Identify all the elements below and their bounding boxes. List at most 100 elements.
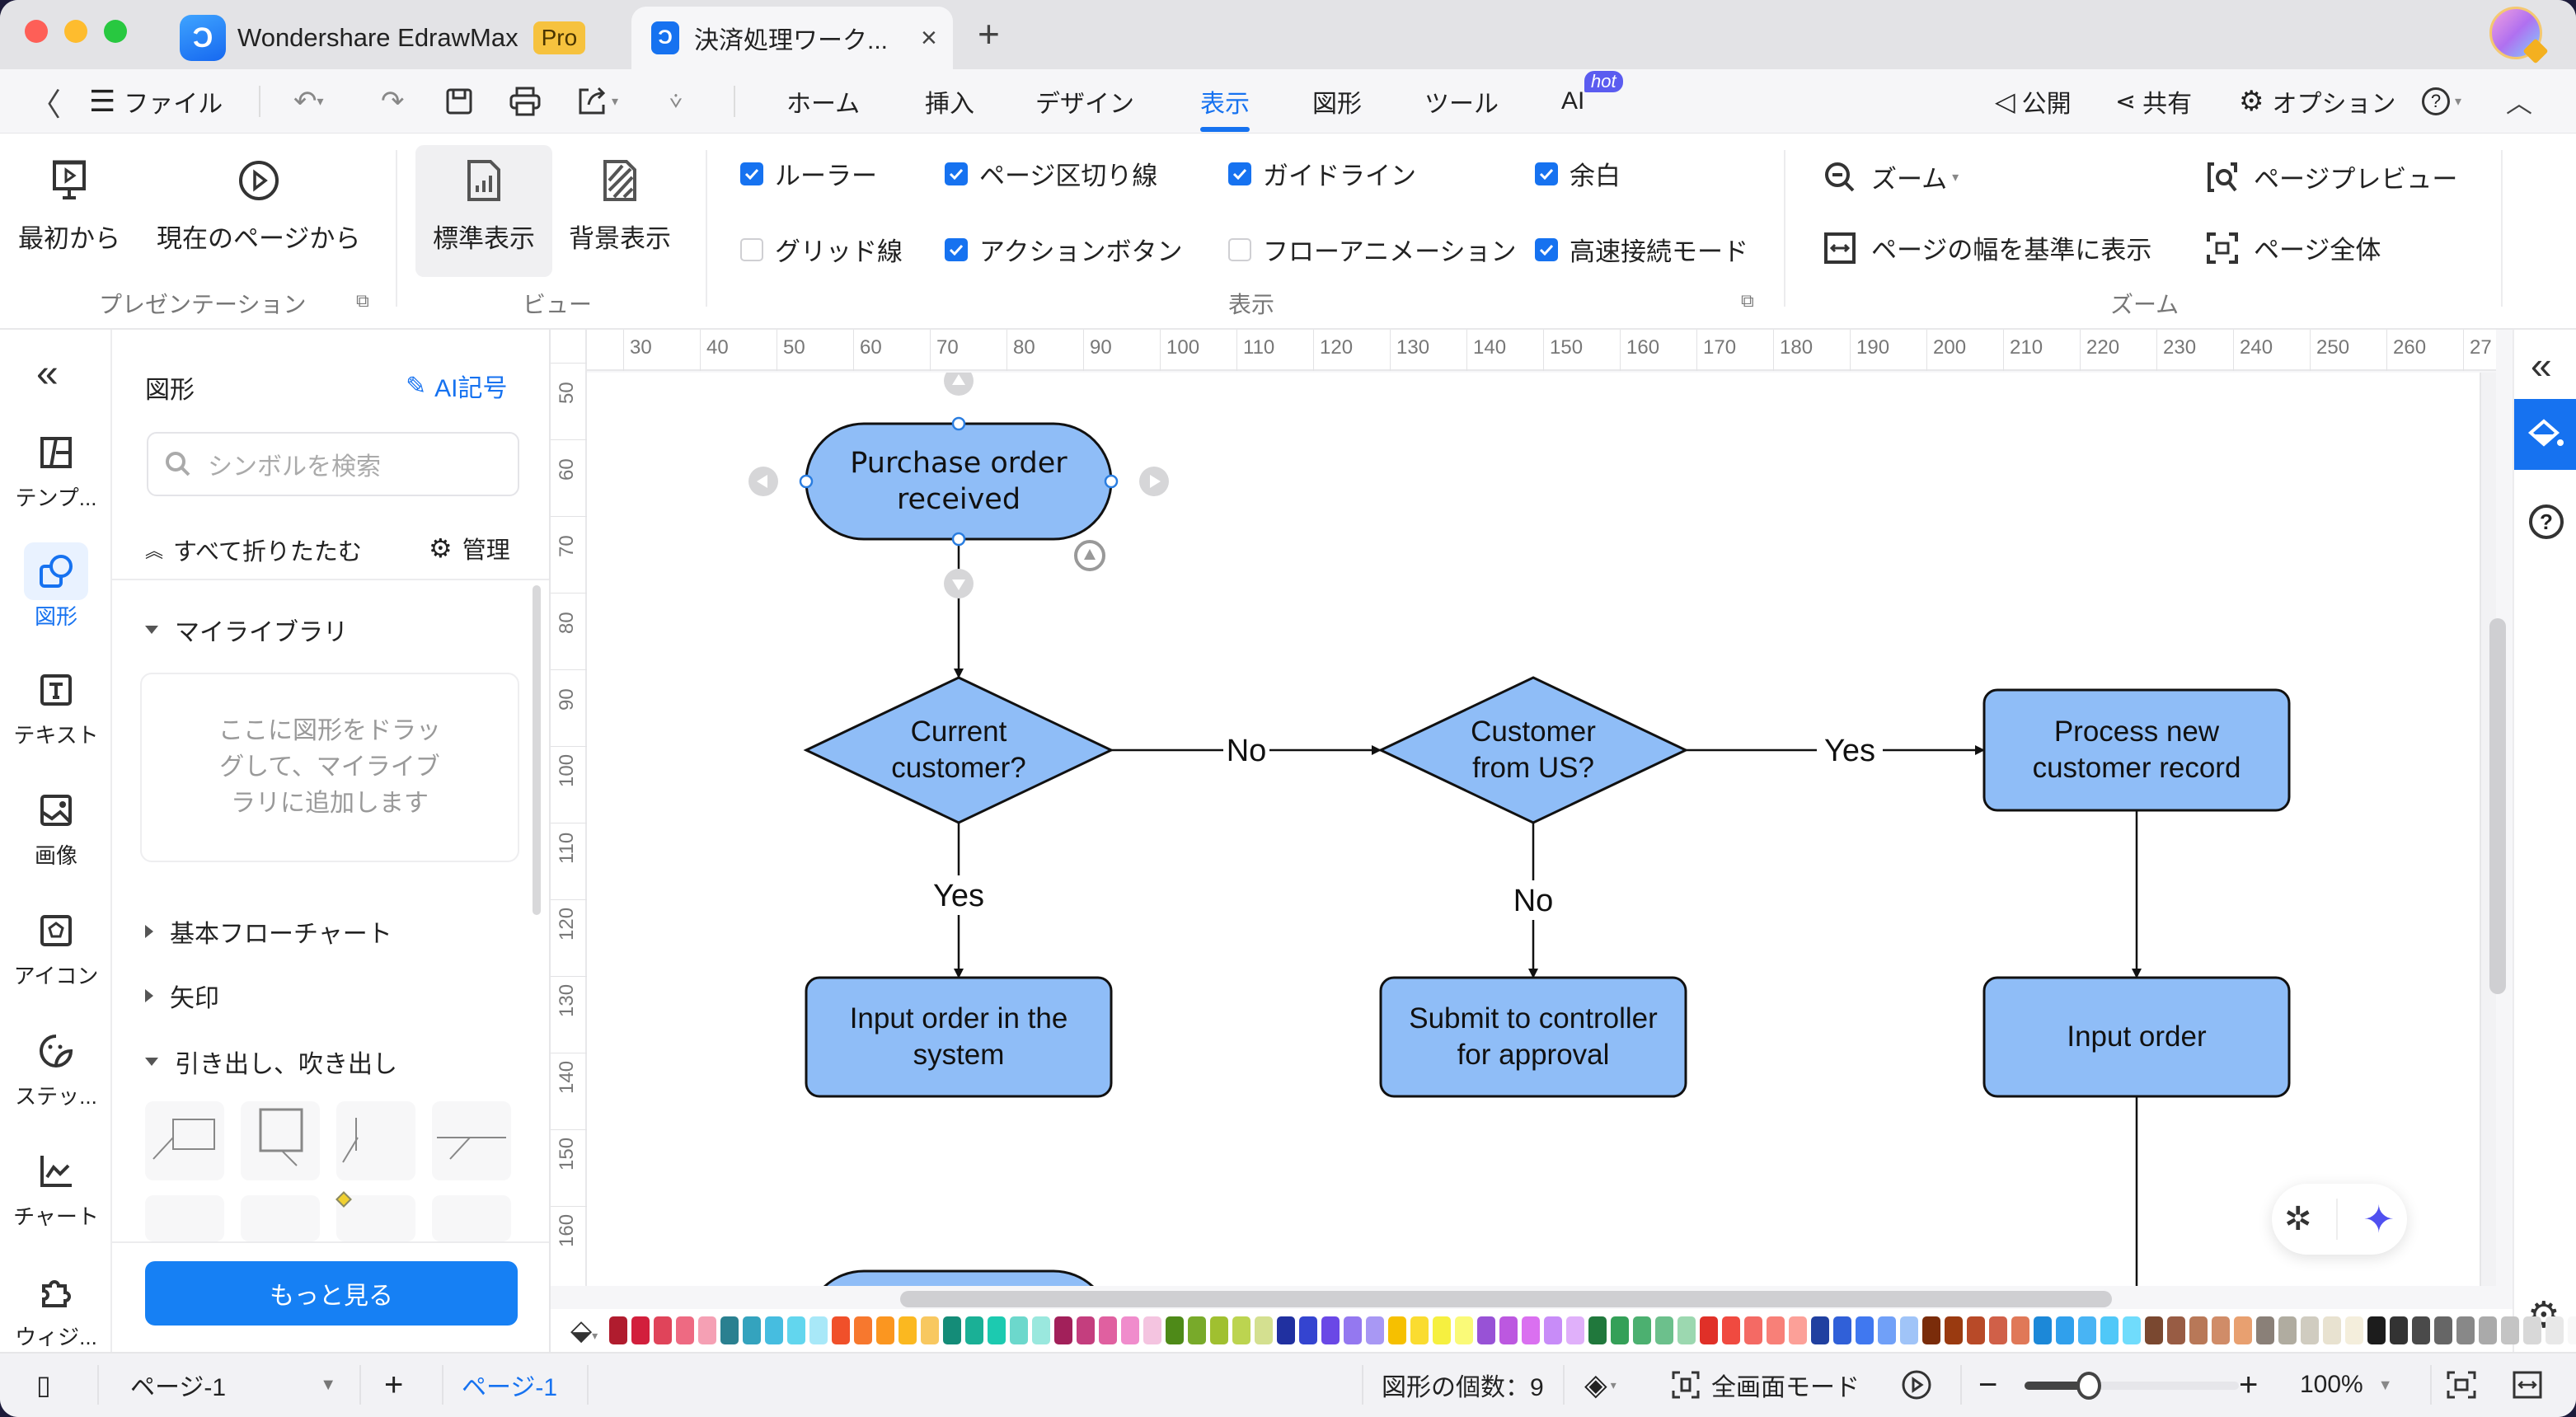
horizontal-scrollbar[interactable] bbox=[900, 1291, 2112, 1307]
present-from-start-button[interactable]: 最初から bbox=[18, 152, 120, 255]
color-swatch[interactable] bbox=[1188, 1316, 1207, 1344]
color-swatch[interactable] bbox=[1032, 1316, 1051, 1344]
undo-icon[interactable]: ↶ ▾ bbox=[293, 69, 324, 134]
drawing-canvas[interactable]: No Yes Yes No Purchase order received Curren… bbox=[587, 373, 2496, 1286]
my-library-drop-zone[interactable]: ここに図形をドラッグして、マイライブラリに追加します bbox=[140, 673, 519, 862]
process-shape[interactable] bbox=[805, 976, 1113, 1098]
color-swatch[interactable] bbox=[1633, 1316, 1652, 1344]
color-swatch[interactable] bbox=[2100, 1316, 2119, 1344]
color-swatch[interactable] bbox=[1700, 1316, 1719, 1344]
presentation-settings-icon[interactable]: ⧉ bbox=[356, 290, 369, 312]
color-swatch[interactable] bbox=[1143, 1316, 1162, 1344]
ruler-checkbox[interactable]: ルーラー bbox=[740, 155, 877, 192]
color-swatch[interactable] bbox=[1744, 1316, 1763, 1344]
color-swatch[interactable] bbox=[1121, 1316, 1140, 1344]
user-avatar[interactable] bbox=[2489, 7, 2549, 64]
callout-shape[interactable] bbox=[145, 1195, 224, 1241]
color-swatch[interactable] bbox=[2145, 1316, 2164, 1344]
document-tab[interactable]: Ɔ 決済処理ワーク... × bbox=[631, 7, 953, 69]
color-swatch[interactable] bbox=[854, 1316, 873, 1344]
color-swatch[interactable] bbox=[2301, 1316, 2320, 1344]
color-swatch[interactable] bbox=[2345, 1316, 2364, 1344]
color-swatch[interactable] bbox=[2568, 1316, 2576, 1344]
color-swatch[interactable] bbox=[1856, 1316, 1875, 1344]
sidebar-item-image[interactable]: 画像 bbox=[0, 781, 112, 870]
magic-beautify-icon[interactable]: ✲ bbox=[2284, 1200, 2312, 1238]
process-shape[interactable] bbox=[1379, 976, 1687, 1098]
quick-connect-checkbox[interactable]: 高速接続モード bbox=[1535, 231, 1748, 268]
color-swatch[interactable] bbox=[1789, 1316, 1808, 1344]
callout-shape[interactable] bbox=[145, 1101, 224, 1180]
color-swatch[interactable] bbox=[1922, 1316, 1941, 1344]
tab-design[interactable]: デザイン bbox=[1035, 69, 1134, 134]
color-swatch[interactable] bbox=[1321, 1316, 1340, 1344]
terminator-shape[interactable] bbox=[806, 1269, 1111, 1286]
color-swatch[interactable] bbox=[1099, 1316, 1118, 1344]
connection-point-handle[interactable] bbox=[1104, 474, 1119, 489]
color-swatch[interactable] bbox=[2256, 1316, 2275, 1344]
callout-shape[interactable] bbox=[432, 1101, 511, 1180]
decision-shape[interactable] bbox=[1377, 676, 1689, 824]
diagram-page[interactable]: No Yes Yes No Purchase order received Curren… bbox=[587, 373, 2481, 1286]
process-shape[interactable] bbox=[1982, 688, 2291, 812]
color-swatch[interactable] bbox=[1989, 1316, 2008, 1344]
close-window-button[interactable] bbox=[25, 20, 48, 43]
back-icon[interactable]: 〈 bbox=[30, 69, 61, 134]
color-swatch[interactable] bbox=[2412, 1316, 2431, 1344]
color-swatch[interactable] bbox=[654, 1316, 673, 1344]
app-home-tab[interactable]: Ɔ Wondershare EdrawMax Pro bbox=[180, 7, 586, 69]
display-settings-icon[interactable]: ⧉ bbox=[1741, 290, 1754, 312]
color-swatch[interactable] bbox=[1388, 1316, 1407, 1344]
action-button-checkbox[interactable]: アクションボタン bbox=[945, 231, 1182, 268]
section-basic-flowchart[interactable]: 基本フローチャート bbox=[145, 913, 392, 950]
redo-icon[interactable]: ↷ bbox=[381, 69, 405, 134]
zoom-slider-handle[interactable] bbox=[2076, 1372, 2101, 1400]
section-my-library[interactable]: マイライブラリ bbox=[145, 612, 348, 648]
minimize-window-button[interactable] bbox=[64, 20, 87, 43]
connection-point-handle[interactable] bbox=[951, 532, 966, 547]
fit-width-button[interactable]: ページの幅を基準に表示 bbox=[1823, 229, 2151, 266]
tab-insert[interactable]: 挿入 bbox=[925, 69, 974, 134]
flow-animation-checkbox[interactable]: フローアニメーション bbox=[1228, 231, 1517, 268]
fill-color-icon[interactable]: ⬙▾ bbox=[570, 1314, 598, 1347]
tab-tools[interactable]: ツール bbox=[1424, 69, 1499, 134]
page-break-checkbox[interactable]: ページ区切り線 bbox=[945, 155, 1157, 192]
save-icon[interactable] bbox=[445, 69, 473, 134]
color-swatch[interactable] bbox=[2011, 1316, 2030, 1344]
fit-width-button[interactable] bbox=[2513, 1354, 2542, 1416]
symbol-search-input[interactable]: シンボルを検索 bbox=[147, 432, 519, 496]
color-swatch[interactable] bbox=[1811, 1316, 1830, 1344]
sidebar-item-templates[interactable]: テンプ... bbox=[0, 424, 112, 512]
file-menu[interactable]: ☰ ファイル bbox=[89, 69, 223, 134]
color-swatch[interactable] bbox=[2278, 1316, 2297, 1344]
sidebar-item-icons[interactable]: アイコン bbox=[0, 902, 112, 990]
color-swatch[interactable] bbox=[1010, 1316, 1029, 1344]
color-swatch[interactable] bbox=[2390, 1316, 2409, 1344]
color-swatch[interactable] bbox=[1967, 1316, 1986, 1344]
layers-button[interactable]: ◈ ▾ bbox=[1584, 1354, 1616, 1416]
color-swatch[interactable] bbox=[1255, 1316, 1274, 1344]
color-swatch[interactable] bbox=[1477, 1316, 1496, 1344]
color-swatch[interactable] bbox=[1455, 1316, 1474, 1344]
color-swatch[interactable] bbox=[1588, 1316, 1607, 1344]
collapse-ribbon-icon[interactable]: ︿ bbox=[2506, 69, 2532, 134]
guideline-checkbox[interactable]: ガイドライン bbox=[1228, 155, 1416, 192]
sidebar-item-widgets[interactable]: ウィジ... bbox=[0, 1263, 112, 1351]
color-swatch[interactable] bbox=[2323, 1316, 2342, 1344]
color-swatch[interactable] bbox=[1077, 1316, 1096, 1344]
new-tab-button[interactable]: + bbox=[978, 12, 1000, 56]
more-quick-actions-icon[interactable]: ⩒ bbox=[669, 69, 683, 134]
more-shapes-button[interactable]: もっと見る bbox=[145, 1261, 518, 1326]
color-swatch[interactable] bbox=[943, 1316, 962, 1344]
sidebar-item-stickers[interactable]: ステッ... bbox=[0, 1022, 112, 1110]
help-button[interactable]: ? ▾ bbox=[2422, 69, 2461, 134]
decision-shape[interactable] bbox=[803, 676, 1114, 824]
color-swatch[interactable] bbox=[676, 1316, 695, 1344]
zoom-window-button[interactable] bbox=[104, 20, 127, 43]
grid-checkbox[interactable]: グリッド線 bbox=[740, 231, 903, 268]
background-view-button[interactable]: 背景表示 bbox=[569, 152, 671, 255]
color-swatch[interactable] bbox=[1833, 1316, 1852, 1344]
color-swatch[interactable] bbox=[2501, 1316, 2520, 1344]
color-swatch[interactable] bbox=[2167, 1316, 2186, 1344]
tab-home[interactable]: ホーム bbox=[786, 69, 860, 134]
